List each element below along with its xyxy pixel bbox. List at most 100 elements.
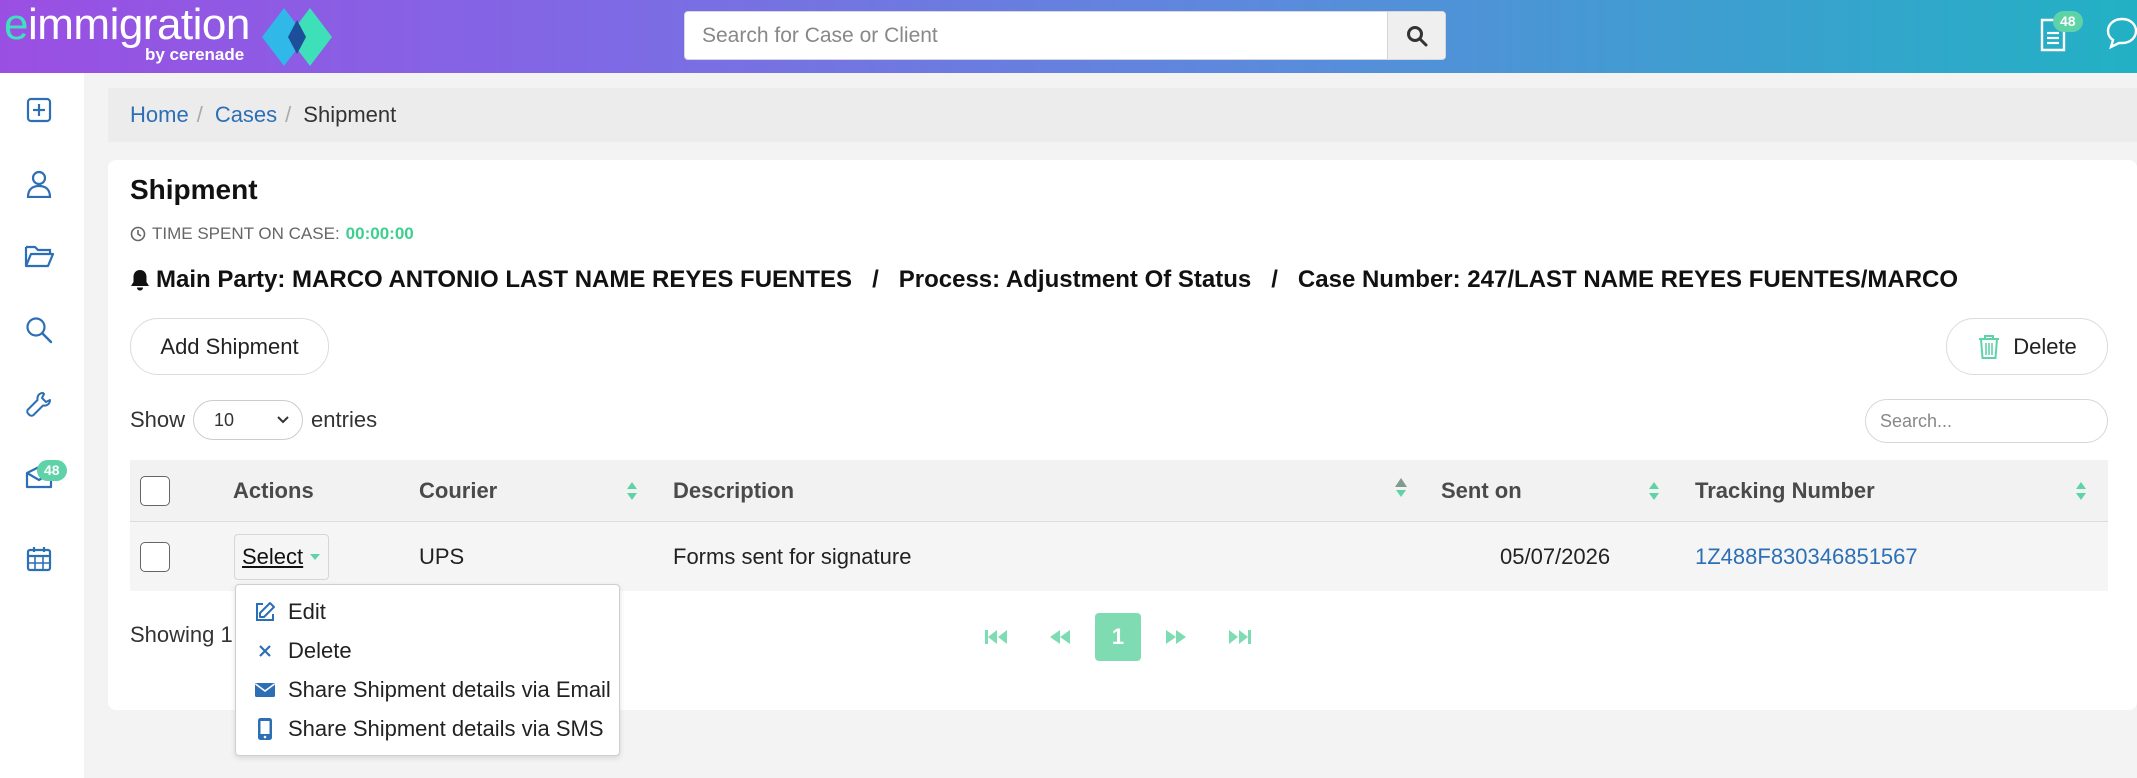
messages-badge: 48 — [37, 460, 67, 481]
top-bar: eimmigration by cerenade 48 — [0, 0, 2137, 73]
header-sent-on[interactable]: Sent on — [1441, 460, 1522, 521]
chat-button[interactable] — [2105, 16, 2137, 55]
wrench-icon — [26, 392, 51, 417]
menu-item-edit[interactable]: Edit — [254, 595, 326, 629]
case-number: Case Number: 247/LAST NAME REYES FUENTES… — [1297, 266, 1959, 293]
delete-button[interactable]: Delete — [1946, 318, 2108, 375]
user-icon — [26, 170, 52, 198]
menu-item-label: Edit — [288, 599, 326, 624]
chevron-down-icon — [277, 416, 289, 424]
edit-icon — [254, 601, 276, 623]
page-title: Shipment — [130, 174, 258, 205]
logo-mark-icon — [262, 8, 332, 66]
menu-item-share-email[interactable]: Share Shipment details via Email — [254, 673, 611, 707]
sidebar-item-new[interactable] — [24, 95, 54, 125]
sidebar-item-tools[interactable] — [24, 389, 54, 419]
row-checkbox-cell — [140, 522, 170, 591]
breadcrumb-cases[interactable]: Cases — [215, 102, 277, 128]
cell-description: Forms sent for signature — [673, 543, 912, 569]
breadcrumb-current: Shipment — [303, 102, 397, 127]
table-search-input[interactable]: Search... — [1865, 399, 2108, 443]
previous-page-icon — [1050, 630, 1070, 644]
previous-page-button[interactable] — [1037, 613, 1083, 661]
next-page-button[interactable] — [1153, 613, 1199, 661]
header-description[interactable]: Description — [673, 460, 794, 521]
header-actions: Actions — [233, 477, 314, 503]
table-header: Actions Courier Description Sent on Trac… — [130, 460, 2108, 521]
logo-subtitle: by cerenade — [145, 45, 245, 64]
sidebar-item-calendar[interactable] — [24, 544, 54, 574]
first-page-button[interactable] — [973, 613, 1019, 661]
entries-value: 10 — [214, 409, 235, 430]
main-party: Main Party: MARCO ANTONIO LAST NAME REYE… — [156, 266, 853, 293]
entries-control: Show 10 entries — [130, 400, 377, 440]
clock-icon — [130, 226, 146, 242]
trash-icon — [1979, 334, 2000, 359]
time-spent-label: TIME SPENT ON CASE: — [152, 224, 340, 243]
case-summary: Main Party: MARCO ANTONIO LAST NAME REYE… — [130, 266, 1958, 294]
show-label: Show — [130, 407, 186, 432]
envelope-icon — [254, 679, 276, 701]
sidebar-item-search[interactable] — [24, 315, 54, 345]
menu-item-share-sms[interactable]: Share Shipment details via SMS — [254, 712, 604, 746]
time-spent: TIME SPENT ON CASE: 00:00:00 — [130, 224, 414, 244]
cell-courier: UPS — [419, 543, 465, 569]
separator: / — [1271, 266, 1278, 293]
entries-select[interactable]: 10 — [193, 400, 304, 440]
table-row: Select UPS Forms sent for signature 05/0… — [130, 521, 2108, 591]
menu-item-delete[interactable]: Delete — [254, 634, 352, 668]
last-page-icon — [1229, 630, 1251, 644]
separator: / — [872, 266, 879, 293]
row-checkbox[interactable] — [140, 541, 170, 572]
case-search — [684, 11, 1446, 60]
header-courier[interactable]: Courier — [419, 460, 497, 521]
last-page-button[interactable] — [1217, 613, 1263, 661]
search-icon — [1406, 25, 1427, 46]
cell-tracking-number[interactable]: 1Z488F830346851567 — [1695, 522, 1918, 591]
menu-item-label: Delete — [288, 638, 352, 663]
plus-square-icon — [26, 97, 52, 123]
page-1-button[interactable]: 1 — [1095, 613, 1141, 661]
breadcrumb-separator: / — [196, 102, 203, 127]
folder-icon — [24, 245, 54, 268]
mobile-phone-icon — [254, 718, 276, 740]
actions-select[interactable]: Select — [234, 534, 329, 580]
breadcrumb-separator: / — [285, 102, 292, 127]
add-shipment-button[interactable]: Add Shipment — [130, 318, 329, 375]
delete-button-label: Delete — [2013, 333, 2077, 359]
breadcrumb-home[interactable]: Home — [130, 102, 189, 128]
close-icon — [254, 640, 276, 662]
logo-e: e — [4, 0, 28, 49]
caret-down-icon — [310, 554, 321, 560]
next-page-icon — [1166, 630, 1186, 644]
entries-label: entries — [311, 407, 378, 432]
sort-icon[interactable] — [1648, 480, 1660, 502]
actions-select-label: Select — [242, 544, 304, 569]
calendar-icon — [26, 547, 52, 572]
chat-icon — [2106, 17, 2137, 50]
process: Process: Adjustment Of Status — [898, 266, 1252, 293]
sidebar: 48 — [0, 73, 84, 778]
logo-text: immigration — [27, 0, 250, 49]
menu-item-label: Share Shipment details via Email — [288, 677, 611, 702]
menu-item-label: Share Shipment details via SMS — [288, 716, 604, 741]
header-tracking-number[interactable]: Tracking Number — [1695, 460, 1875, 521]
case-search-input[interactable] — [685, 12, 1385, 59]
breadcrumb: Home / Cases / Shipment — [108, 88, 2137, 142]
documents-badge: 48 — [2053, 11, 2083, 32]
first-page-icon — [985, 630, 1007, 644]
actions-menu: Edit Delete Share Shipment details via E… — [235, 584, 620, 756]
select-all-cell — [140, 460, 170, 521]
table-info: Showing 1 — [130, 622, 233, 647]
app-logo[interactable]: eimmigration by cerenade — [4, 0, 250, 65]
search-icon — [26, 317, 53, 344]
search-button[interactable] — [1387, 12, 1445, 59]
bell-icon — [131, 270, 149, 291]
sort-icon[interactable] — [2075, 480, 2087, 502]
sort-icon[interactable] — [626, 480, 638, 502]
sidebar-item-cases[interactable] — [24, 241, 54, 271]
sidebar-item-clients[interactable] — [24, 169, 54, 199]
select-all-checkbox[interactable] — [140, 475, 170, 506]
sort-ascending-icon[interactable] — [1394, 476, 1408, 498]
cell-sent-on: 05/07/2026 — [1500, 543, 1611, 569]
